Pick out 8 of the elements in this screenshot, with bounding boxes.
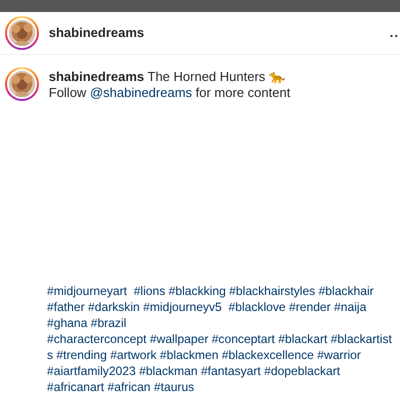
- mention-link[interactable]: @shabinedreams: [90, 85, 192, 100]
- caption-text: Follow @shabinedreams for more content: [48, 85, 290, 101]
- username-link[interactable]: shabinedreams: [48, 23, 144, 43]
- more-options-icon[interactable]: ..: [390, 23, 399, 43]
- hashtags: #midjourneyart #lions #blackking #blackhairstyles #blackhair #father #darkskin #midjourneyv5 #blacklove #render #naija #ghana #brazil #characterconcept #wallpaper #conceptart #blackart #blackartist s #trending #artwork #blackmen #blackexcellence #warrior #aiartfamily2023 #blackman #fantasyart #dopeblackart #africanart #african #taurus: [47, 283, 393, 395]
- avatar[interactable]: [5, 16, 39, 50]
- avatar[interactable]: [5, 67, 39, 101]
- caption-title: shabinedreams The Horned Hunters 🐆: [48, 69, 286, 85]
